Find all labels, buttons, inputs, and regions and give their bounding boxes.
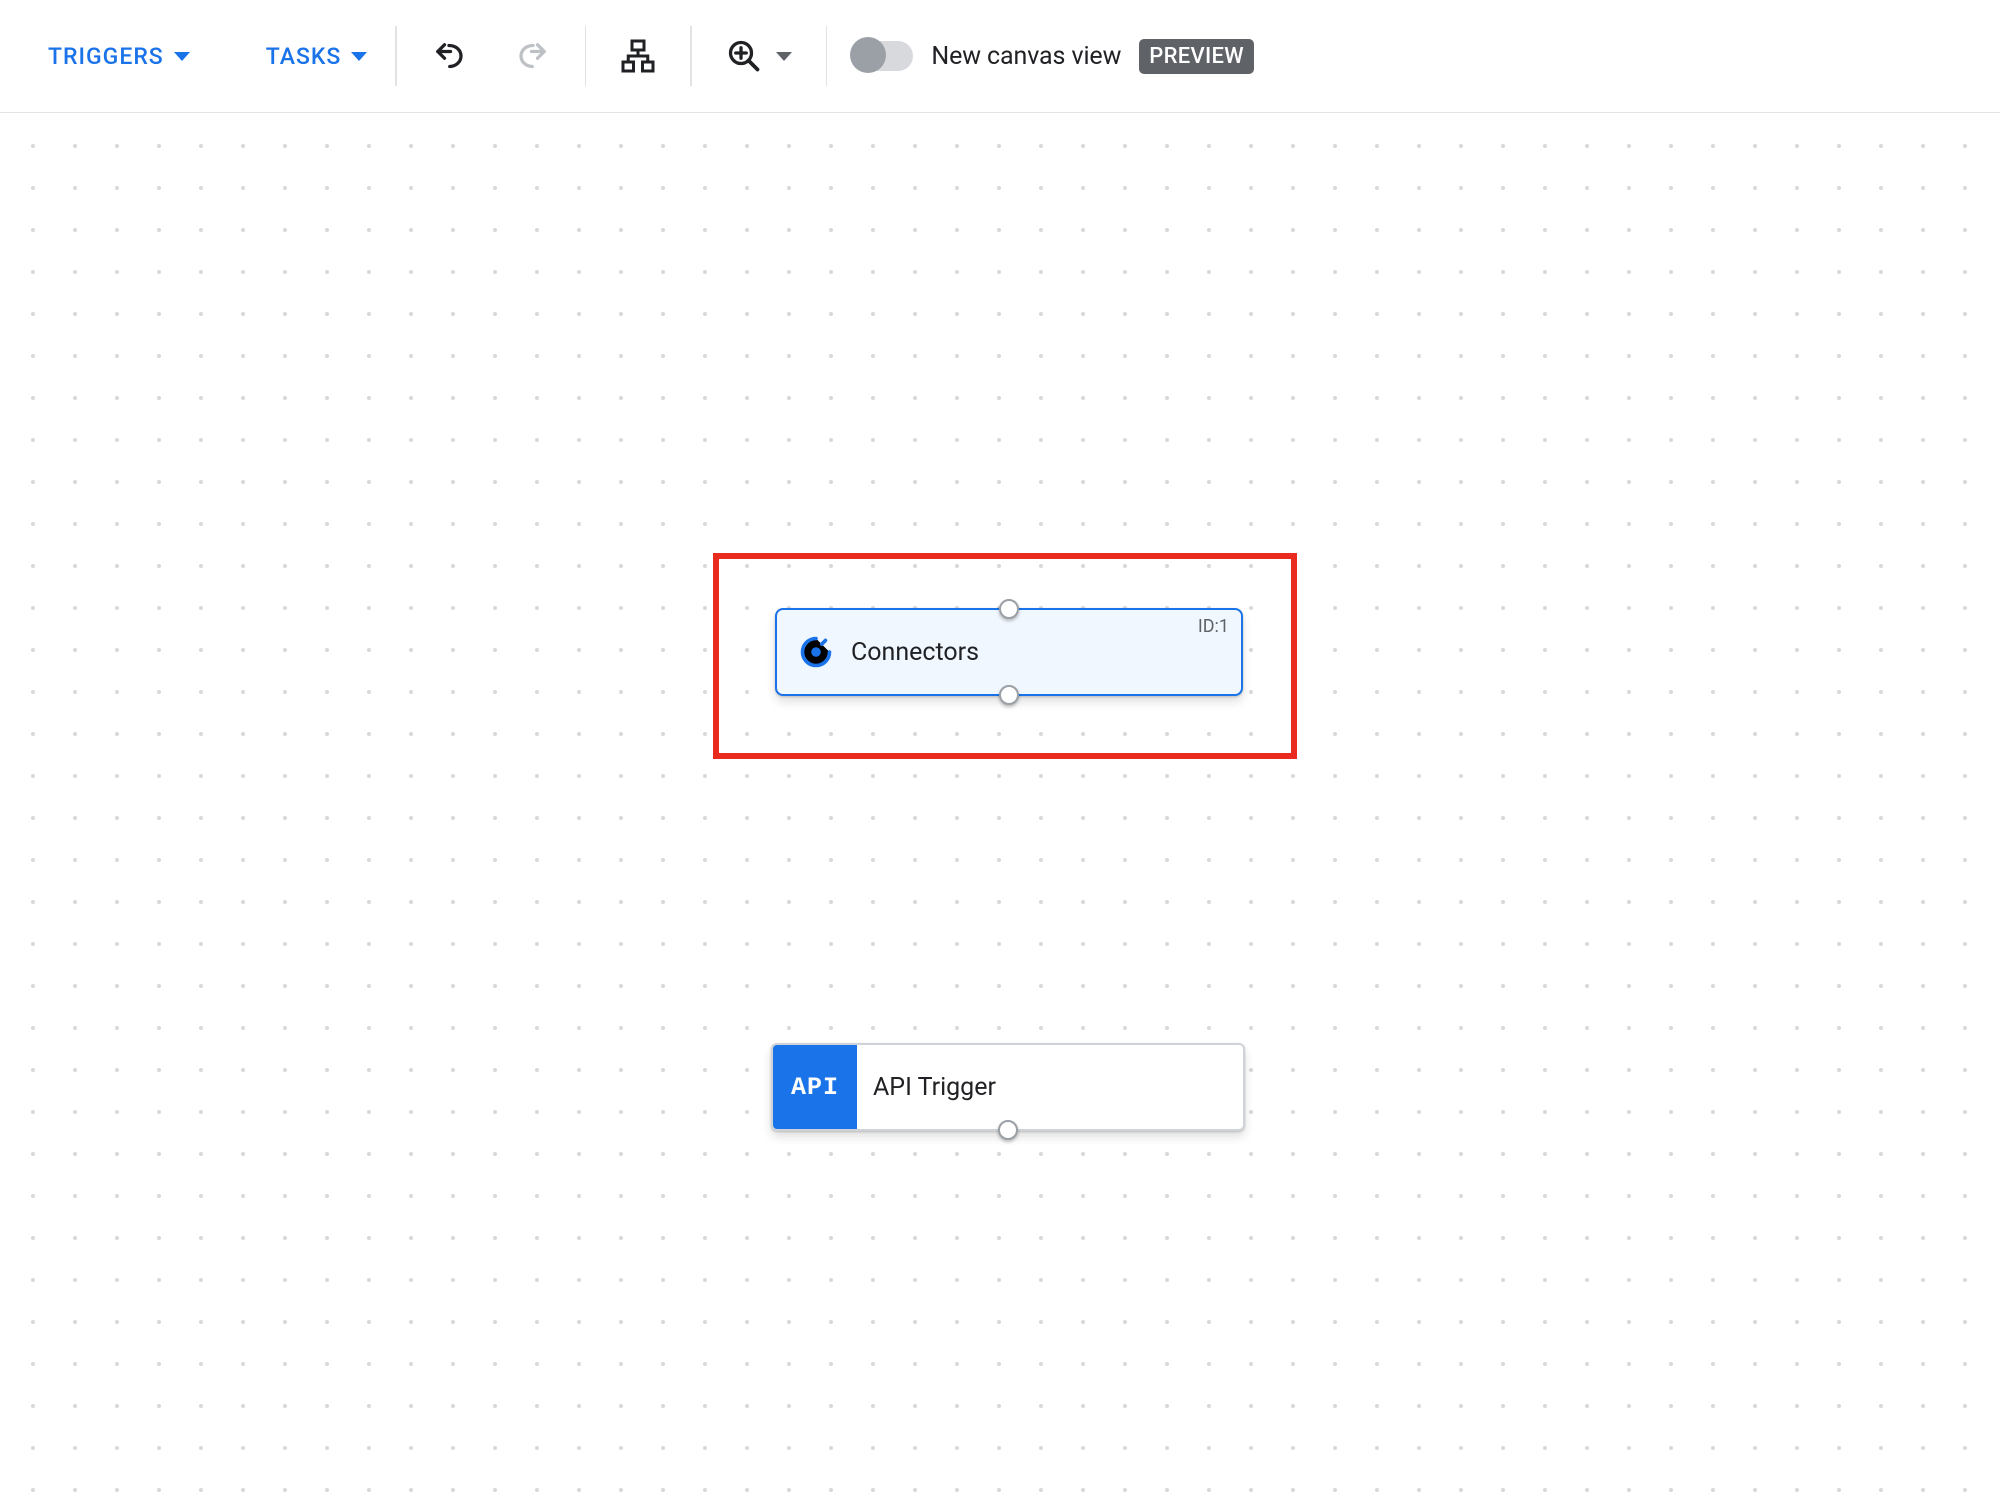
api-badge: API xyxy=(773,1045,857,1129)
toolbar-divider xyxy=(585,26,587,86)
tasks-dropdown[interactable]: TASKS xyxy=(248,31,386,81)
toolbar-divider xyxy=(690,26,692,86)
toolbar: TRIGGERS TASKS New canvas view xyxy=(0,0,2000,113)
undo-icon xyxy=(431,38,467,74)
new-canvas-label: New canvas view xyxy=(931,42,1121,71)
connectors-task-node[interactable]: Connectors ID:1 xyxy=(775,608,1243,696)
api-trigger-node[interactable]: API API Trigger xyxy=(771,1043,1245,1131)
node-label: Connectors xyxy=(851,638,979,667)
node-id: ID:1 xyxy=(1198,616,1229,637)
auto-layout-button[interactable] xyxy=(596,31,680,81)
tasks-label: TASKS xyxy=(266,43,342,70)
toggle-knob xyxy=(850,37,886,73)
canvas-view-toggle-group: New canvas view PREVIEW xyxy=(853,39,1254,74)
canvas[interactable]: Connectors ID:1 API API Trigger xyxy=(0,113,2000,1501)
undo-button[interactable] xyxy=(407,31,491,81)
triggers-label: TRIGGERS xyxy=(48,43,164,70)
toolbar-divider xyxy=(826,26,828,86)
node-input-port[interactable] xyxy=(999,599,1019,619)
node-output-port[interactable] xyxy=(999,685,1019,705)
chevron-down-icon xyxy=(174,52,190,61)
layout-tree-icon xyxy=(620,38,656,74)
chevron-down-icon xyxy=(776,52,792,61)
triggers-dropdown[interactable]: TRIGGERS xyxy=(30,31,208,81)
redo-button[interactable] xyxy=(491,31,575,81)
preview-badge: PREVIEW xyxy=(1139,39,1254,74)
chevron-down-icon xyxy=(351,52,367,61)
toolbar-divider xyxy=(395,26,397,86)
redo-icon xyxy=(515,38,551,74)
zoom-in-icon xyxy=(726,38,762,74)
node-output-port[interactable] xyxy=(998,1120,1018,1140)
zoom-dropdown[interactable] xyxy=(702,31,816,81)
new-canvas-toggle[interactable] xyxy=(853,41,913,71)
node-label: API Trigger xyxy=(857,1045,996,1129)
connector-icon xyxy=(793,629,839,675)
